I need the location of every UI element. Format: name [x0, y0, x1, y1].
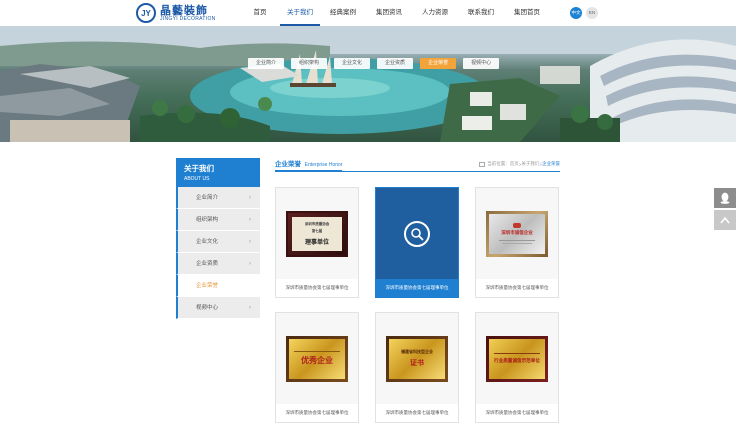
honor-card[interactable]: 福建省科技型企业 证书 深圳市质量协会第七届理事单位: [375, 312, 459, 423]
honor-card[interactable]: 行业质量诚信示范单位 深圳市质量协会第七届理事单位: [475, 312, 559, 423]
breadcrumb-about-link[interactable]: 关于我们: [521, 161, 539, 167]
honor-image: 深圳市质量协会 第七届 理事单位: [276, 188, 358, 279]
subnav-honor[interactable]: 企业荣誉: [420, 58, 457, 69]
honor-plaque: 优秀企业: [286, 335, 348, 382]
zoom-icon[interactable]: [404, 220, 430, 247]
breadcrumb-current: 企业荣誉: [542, 161, 560, 166]
honor-caption: 深圳市质量协会第七届理事单位: [285, 410, 349, 415]
sub-nav: 企业简介 组织架构 企业文化 企业资质 企业荣誉 视频中心: [248, 56, 506, 71]
lang-cn-button[interactable]: 中文: [570, 7, 582, 19]
subnav-culture[interactable]: 企业文化: [334, 58, 371, 69]
nav-home[interactable]: 首页: [240, 0, 280, 26]
subnav-video[interactable]: 视频中心: [463, 58, 500, 69]
sidebar-item-label: 组织架构: [196, 217, 219, 223]
honor-card[interactable]: 深圳市质量协会第七届理事单位: [375, 187, 459, 298]
main-nav: 首页 关于我们 经典案例 集团资讯 人力资源 联系我们 集团首页: [240, 0, 550, 26]
sidebar-item-label: 视频中心: [196, 305, 219, 311]
honor-card[interactable]: 深圳市质量协会 第七届 理事单位 深圳市质量协会第七届理事单位: [275, 187, 359, 298]
qq-icon: [720, 192, 730, 204]
honor-caption: 深圳市质量协会第七届理事单位: [285, 285, 349, 290]
sidebar-header: 关于我们 ABOUT US: [176, 158, 260, 187]
subnav-intro[interactable]: 企业简介: [248, 58, 285, 69]
breadcrumb-home-link[interactable]: 首页: [510, 161, 519, 167]
nav-news[interactable]: 集团资讯: [366, 0, 412, 26]
sidebar-subtitle: ABOUT US: [184, 176, 210, 182]
honor-caption: 深圳市质量协会第七届理事单位: [485, 285, 549, 290]
back-to-top-button[interactable]: [714, 210, 736, 230]
honor-caption: 深圳市质量协会第七届理事单位: [376, 279, 458, 297]
sidebar-item-video[interactable]: 视频中心 ›: [176, 297, 260, 319]
honor-caption: 深圳市质量协会第七届理事单位: [385, 410, 449, 415]
home-icon: [479, 161, 486, 167]
sidebar-item-label: 企业文化: [196, 239, 219, 245]
honor-image: 优秀企业: [276, 313, 358, 404]
chevron-right-icon: ›: [249, 261, 251, 267]
honor-image: [376, 188, 458, 279]
brand-name-en: JINGYI DECORATION: [160, 15, 216, 22]
subnav-structure[interactable]: 组织架构: [291, 58, 328, 69]
subnav-qualification[interactable]: 企业资质: [377, 58, 414, 69]
breadcrumb: 当前位置： 首页 > 关于我们 > 企业荣誉: [479, 161, 560, 167]
sidebar-item-qualification[interactable]: 企业资质 ›: [176, 253, 260, 275]
qq-chat-button[interactable]: [714, 188, 736, 208]
nav-group-home[interactable]: 集团首页: [504, 0, 550, 26]
honor-caption: 深圳市质量协会第七届理事单位: [485, 410, 549, 415]
nav-contact[interactable]: 联系我们: [458, 0, 504, 26]
honor-plaque: 福建省科技型企业 证书: [386, 335, 448, 382]
honor-image: 深圳市诚信企业: [476, 188, 558, 279]
honor-card[interactable]: 深圳市诚信企业 深圳市质量协会第七届理事单位: [475, 187, 559, 298]
section-title-en: Enterprise Honor: [304, 162, 343, 168]
chevron-right-icon: ›: [249, 195, 251, 201]
section-title-cn: 企业荣誉: [275, 161, 301, 168]
lang-en-button[interactable]: EN: [586, 7, 598, 19]
honor-card[interactable]: 优秀企业 深圳市质量协会第七届理事单位: [275, 312, 359, 423]
sidebar-menu: 企业简介 › 组织架构 › 企业文化 › 企业资质 › 企业荣誉 视频中心 ›: [176, 187, 260, 319]
chevron-right-icon: ›: [249, 217, 251, 223]
honor-plaque: 深圳市诚信企业: [486, 210, 548, 257]
honor-image: 行业质量诚信示范单位: [476, 313, 558, 404]
chevron-right-icon: ›: [249, 239, 251, 245]
chevron-up-icon: [720, 216, 730, 224]
honor-plaque: 深圳市质量协会 第七届 理事单位: [286, 210, 348, 257]
nav-hr[interactable]: 人力资源: [412, 0, 458, 26]
nav-cases[interactable]: 经典案例: [320, 0, 366, 26]
sidebar-item-honor[interactable]: 企业荣誉: [176, 275, 260, 297]
brand-logo[interactable]: JY 晶藝裝飾 JINGYI DECORATION: [136, 2, 216, 24]
emblem-icon: [513, 223, 521, 228]
sidebar-title: 关于我们: [184, 164, 214, 173]
sidebar-item-culture[interactable]: 企业文化 ›: [176, 231, 260, 253]
sidebar-item-label: 企业简介: [196, 195, 219, 201]
sidebar-item-label: 企业荣誉: [196, 283, 219, 289]
sidebar-item-label: 企业资质: [196, 261, 219, 267]
sidebar-item-structure[interactable]: 组织架构 ›: [176, 209, 260, 231]
hero-banner: 企业简介 组织架构 企业文化 企业资质 企业荣誉 视频中心: [0, 26, 736, 142]
nav-about[interactable]: 关于我们: [280, 0, 320, 26]
site-header: JY 晶藝裝飾 JINGYI DECORATION 首页 关于我们 经典案例 集…: [0, 0, 736, 26]
sidebar-item-intro[interactable]: 企业简介 ›: [176, 187, 260, 209]
resort-illustration: [0, 26, 736, 142]
chevron-right-icon: ›: [249, 305, 251, 311]
logo-mark: JY: [136, 3, 156, 23]
content-header: 企业荣誉 Enterprise Honor 当前位置： 首页 > 关于我们 > …: [275, 158, 560, 172]
section-title: 企业荣誉 Enterprise Honor: [275, 158, 343, 172]
honor-plaque: 行业质量诚信示范单位: [486, 335, 548, 382]
brand-name-cn: 晶藝裝飾: [160, 3, 208, 17]
honor-image: 福建省科技型企业 证书: [376, 313, 458, 404]
